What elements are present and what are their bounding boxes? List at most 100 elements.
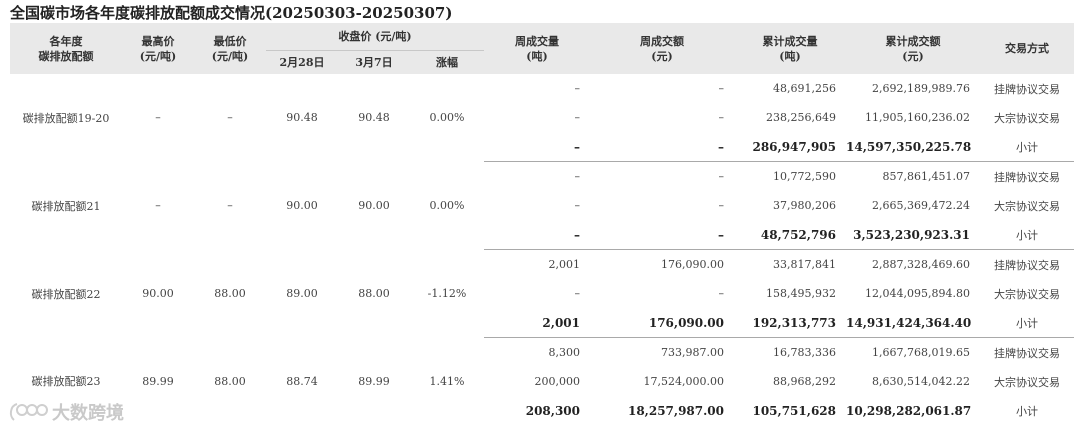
header-low: 最低价 (元/吨) [194, 23, 266, 74]
cell-cum-amount: 3,523,230,923.31 [846, 220, 980, 250]
cell-method: 挂牌协议交易 [994, 170, 1060, 184]
cell-high: 90.00 [142, 287, 174, 300]
header-method: 交易方式 [980, 23, 1074, 74]
cell-week-volume: – [484, 132, 590, 162]
cell-mar7: 90.48 [358, 111, 390, 125]
cell-mar7: 88.00 [358, 287, 390, 300]
table-title: 全国碳市场各年度碳排放配额成交情况(20250303-20250307) [10, 4, 453, 22]
cell-week-amount: 176,090.00 [661, 258, 724, 271]
cell-week-volume: – [574, 199, 581, 212]
cell-high: 89.99 [142, 374, 174, 388]
header-week-volume: 周成交量 (吨) [484, 23, 590, 74]
cell-feb28: 89.00 [286, 287, 318, 300]
cell-method: 大宗协议交易 [994, 375, 1060, 389]
cell-method: 挂牌协议交易 [994, 346, 1060, 360]
cell-cum-volume: 88,968,292 [773, 375, 836, 388]
watermark: 大数跨境 [8, 400, 124, 424]
cell-mar7: 89.99 [358, 374, 390, 388]
cell-method: 挂牌协议交易 [994, 82, 1060, 96]
cell-mar7: 90.00 [358, 199, 390, 212]
cell-year: 碳排放配额22 [31, 287, 101, 301]
cell-high: – [155, 199, 161, 212]
cell-cum-volume: 192,313,773 [734, 308, 846, 338]
cell-method: 挂牌协议交易 [994, 258, 1060, 272]
header-week-amount: 周成交额 (元) [590, 23, 734, 74]
cell-method: 小计 [980, 308, 1074, 338]
logo-icon [9, 403, 48, 421]
table-row: 碳排放配额23 89.99 88.00 88.74 89.99 1.41% 8,300 733… [10, 338, 1074, 388]
cell-cum-amount: 2,665,369,472.24 [872, 199, 970, 212]
cell-cum-volume: 158,495,932 [766, 287, 836, 300]
cell-cum-amount: 8,630,514,042.22 [872, 375, 970, 388]
cell-cum-volume: 286,947,905 [734, 132, 846, 162]
cell-cum-amount: 10,298,282,061.87 [846, 403, 972, 418]
cell-week-amount: 733,987.00 [661, 346, 724, 359]
cell-method: 小计 [1016, 404, 1038, 418]
cell-cum-volume: 33,817,841 [773, 258, 836, 271]
cell-feb28: 88.74 [286, 374, 318, 388]
cell-week-amount: – [718, 111, 725, 124]
cell-method: 小计 [980, 132, 1074, 162]
cell-feb28: 90.48 [286, 111, 318, 125]
watermark-text: 大数跨境 [52, 403, 124, 424]
cell-week-volume: 2,001 [548, 258, 581, 271]
table-row: 碳排放配额21 – – 90.00 90.00 0.00% – – 10,772,590 857,… [10, 162, 1074, 213]
cell-year: 碳排放配额19-20 [22, 111, 110, 125]
cell-feb28: 90.00 [286, 199, 318, 212]
cell-week-amount: – [718, 199, 725, 212]
cell-week-volume: – [574, 170, 581, 183]
cell-week-amount: 17,524,000.00 [643, 375, 724, 388]
header-feb28: 2月28日 [266, 50, 338, 74]
cell-change: 0.00% [429, 111, 465, 125]
cell-cum-volume: 10,772,590 [773, 170, 836, 183]
cell-week-amount: – [718, 82, 725, 95]
cell-week-volume: – [574, 287, 581, 300]
cell-cum-amount: 2,692,189,989.76 [872, 82, 970, 95]
cell-method: 小计 [980, 220, 1074, 250]
cell-change: 0.00% [429, 199, 465, 212]
cell-change: -1.12% [427, 287, 467, 300]
cell-cum-volume: 48,752,796 [734, 220, 846, 250]
cell-low: – [227, 199, 233, 212]
table-body: 碳排放配额19-20– –90.48 90.48 0.00% – –48,691,256 2… [10, 74, 1074, 425]
cell-week-amount: 18,257,987.00 [627, 403, 724, 418]
cell-week-amount: 176,090.00 [590, 308, 734, 338]
table-row: 碳排放配额22 90.00 88.00 89.00 88.00 -1.12% 2,001 17… [10, 250, 1074, 301]
header-year: 各年度 碳排放配额 [10, 23, 122, 74]
header-cum-amount: 累计成交额 (元) [846, 23, 980, 74]
cell-cum-amount: 2,887,328,469.60 [872, 258, 970, 271]
cell-week-amount: – [590, 220, 734, 250]
cell-year: 碳排放配额21 [31, 199, 101, 213]
cell-week-volume: – [574, 82, 581, 95]
header-cum-volume: 累计成交量 (吨) [734, 23, 846, 74]
cell-cum-amount: 14,597,350,225.78 [846, 132, 980, 162]
cell-low: 88.00 [214, 287, 246, 300]
cell-week-amount: – [718, 170, 725, 183]
cell-method: 大宗协议交易 [994, 287, 1060, 301]
cell-cum-amount: 1,667,768,019.65 [872, 346, 970, 359]
table-row: 碳排放配额19-20 – – 90.48 90.48 0.00% – – 48,691,256 2… [10, 74, 1074, 125]
carbon-allowance-table: 各年度 碳排放配额 最高价 (元/吨) 最低价 (元/吨) 收盘价 (元/吨) … [10, 23, 1074, 425]
header-close: 收盘价 (元/吨) [266, 23, 484, 51]
cell-week-amount: – [590, 132, 734, 162]
cell-cum-volume: 105,751,628 [752, 403, 836, 418]
cell-week-volume: – [574, 111, 581, 124]
cell-cum-volume: 238,256,649 [766, 111, 836, 124]
cell-week-volume: 200,000 [534, 375, 581, 388]
cell-change: 1.41% [429, 374, 465, 388]
cell-week-volume: 8,300 [548, 346, 581, 359]
cell-low: 88.00 [214, 374, 246, 388]
header-change: 涨幅 [410, 50, 484, 74]
cell-week-volume: 2,001 [484, 308, 590, 338]
cell-cum-volume: 37,980,206 [773, 199, 836, 212]
cell-high: – [155, 111, 161, 125]
cell-cum-amount: 857,861,451.07 [882, 170, 970, 183]
cell-method: 大宗协议交易 [994, 111, 1060, 125]
cell-cum-volume: 48,691,256 [773, 82, 836, 95]
cell-cum-amount: 14,931,424,364.40 [846, 308, 980, 338]
cell-cum-amount: 12,044,095,894.80 [865, 287, 970, 300]
cell-cum-amount: 11,905,160,236.02 [865, 111, 970, 124]
header-mar7: 3月7日 [338, 50, 410, 74]
cell-week-volume: 208,300 [525, 403, 580, 418]
cell-method: 大宗协议交易 [994, 199, 1060, 213]
